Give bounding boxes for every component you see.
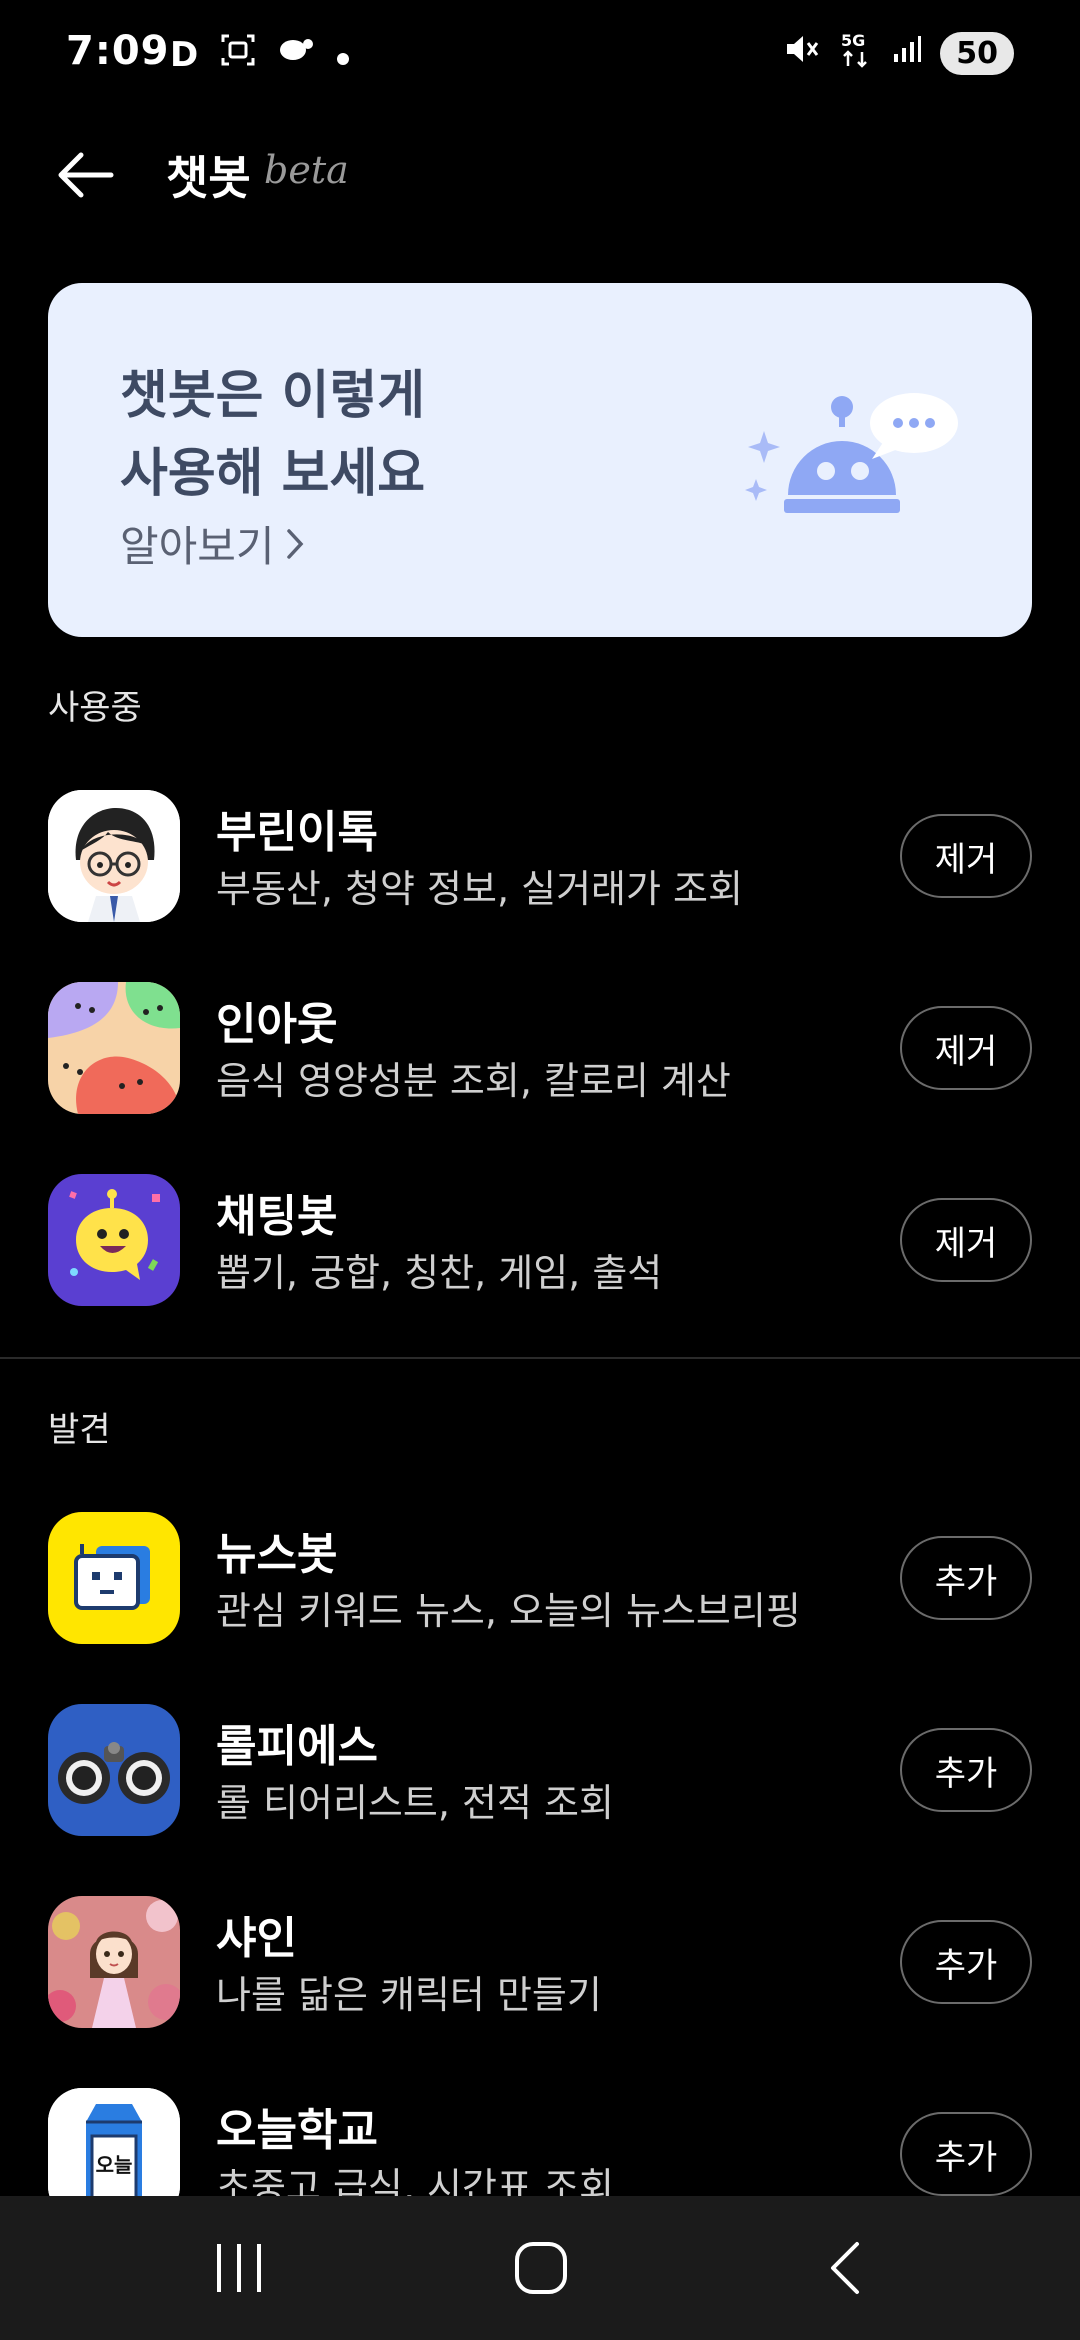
banner-title-line2: 사용해 보세요 xyxy=(120,444,426,504)
bot-item[interactable]: 부린이톡 부동산, 청약 정보, 실거래가 조회 제거 xyxy=(0,786,1080,926)
arrow-left-icon xyxy=(58,152,114,198)
status-bar: 7:09 D 5G 50 xyxy=(0,0,1080,110)
bot-name: 롤피에스 xyxy=(216,1721,378,1772)
bot-description: 관심 키워드 뉴스, 오늘의 뉴스브리핑 xyxy=(216,1589,801,1633)
home-button[interactable] xyxy=(496,2232,586,2304)
svg-text:5G: 5G xyxy=(841,31,865,50)
bot-avatar xyxy=(48,1512,180,1644)
robot-illustration xyxy=(745,393,958,513)
status-notification-icons: D xyxy=(170,32,350,77)
system-nav-bar xyxy=(0,2196,1080,2340)
d-app-icon: D xyxy=(170,34,199,75)
battery-indicator: 50 xyxy=(940,31,1014,75)
girl-character-icon xyxy=(48,1896,180,2028)
recents-icon xyxy=(217,2244,261,2292)
remove-button[interactable]: 제거 xyxy=(900,1006,1032,1090)
bot-item[interactable]: 인아웃 음식 영양성분 조회, 칼로리 계산 제거 xyxy=(0,978,1080,1118)
bot-item[interactable]: 뉴스봇 관심 키워드 뉴스, 오늘의 뉴스브리핑 추가 xyxy=(0,1508,1080,1648)
nav-back-button[interactable] xyxy=(800,2232,890,2304)
dot-icon xyxy=(336,35,350,75)
home-icon xyxy=(515,2242,567,2294)
bot-name: 샤인 xyxy=(216,1913,297,1964)
bot-avatar xyxy=(48,1174,180,1306)
food-blobs-icon xyxy=(48,982,180,1114)
bot-name: 오늘학교 xyxy=(216,2105,378,2156)
bot-name: 인아웃 xyxy=(216,999,338,1050)
bot-description: 부동산, 청약 정보, 실거래가 조회 xyxy=(216,867,743,911)
bot-avatar xyxy=(48,1896,180,2028)
add-button[interactable]: 추가 xyxy=(900,2112,1032,2196)
bot-avatar xyxy=(48,982,180,1114)
recents-button[interactable] xyxy=(194,2232,284,2304)
bot-description: 나를 닮은 캐릭터 만들기 xyxy=(216,1973,602,2017)
signal-icon xyxy=(892,34,922,72)
section-discover: 발견 xyxy=(48,1410,111,1450)
bot-name: 채팅봇 xyxy=(216,1191,338,1242)
add-button[interactable]: 추가 xyxy=(900,1536,1032,1620)
news-bot-icon xyxy=(48,1512,180,1644)
banner-title-line1: 챗봇은 이렇게 xyxy=(120,366,426,426)
back-icon xyxy=(831,2242,859,2294)
bot-description: 뽑기, 궁합, 칭찬, 게임, 출석 xyxy=(216,1251,663,1295)
bot-avatar xyxy=(48,1704,180,1836)
5g-icon: 5G xyxy=(838,30,874,76)
bot-item[interactable]: 채팅봇 뽑기, 궁합, 칭찬, 게임, 출석 제거 xyxy=(0,1170,1080,1310)
section-divider xyxy=(0,1357,1080,1359)
bot-item[interactable]: 샤인 나를 닮은 캐릭터 만들기 추가 xyxy=(0,1892,1080,2032)
status-system-icons: 5G 50 xyxy=(784,30,1014,76)
chat-icon xyxy=(278,35,314,75)
learn-more-link[interactable]: 알아보기 xyxy=(120,513,305,574)
add-button[interactable]: 추가 xyxy=(900,1920,1032,2004)
mute-icon xyxy=(784,32,820,74)
milk-carton-label: 오늘 xyxy=(96,2153,133,2177)
section-in-use: 사용중 xyxy=(48,688,142,728)
screenshot-icon xyxy=(220,32,256,77)
boy-character-icon xyxy=(48,790,180,922)
bot-description: 롤 티어리스트, 전적 조회 xyxy=(216,1781,614,1825)
guide-banner[interactable]: 챗봇은 이렇게 사용해 보세요 알아보기 xyxy=(48,283,1032,637)
back-button[interactable] xyxy=(50,140,120,210)
page-title: 챗봇 xyxy=(166,151,251,205)
beta-label: beta xyxy=(264,148,349,192)
remove-button[interactable]: 제거 xyxy=(900,814,1032,898)
learn-more-label: 알아보기 xyxy=(120,522,275,571)
status-time: 7:09 xyxy=(66,28,170,74)
app-header: 챗봇 beta xyxy=(0,130,1080,220)
remove-button[interactable]: 제거 xyxy=(900,1198,1032,1282)
bot-description: 음식 영양성분 조회, 칼로리 계산 xyxy=(216,1059,731,1103)
bot-avatar xyxy=(48,790,180,922)
chevron-right-icon xyxy=(286,528,303,559)
binoculars-icon xyxy=(48,1704,180,1836)
bot-name: 뉴스봇 xyxy=(216,1529,338,1580)
add-button[interactable]: 추가 xyxy=(900,1728,1032,1812)
bot-name: 부린이톡 xyxy=(216,807,378,858)
chat-bubble-character-icon xyxy=(48,1174,180,1306)
bot-item[interactable]: 롤피에스 롤 티어리스트, 전적 조회 추가 xyxy=(0,1700,1080,1840)
